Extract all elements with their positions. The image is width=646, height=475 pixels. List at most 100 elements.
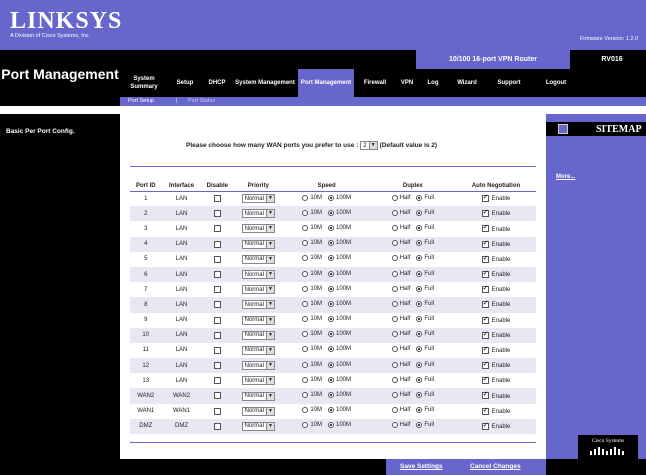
auto-negotiation-checkbox[interactable]	[481, 269, 489, 278]
priority-select[interactable]: Normal ▼	[241, 224, 275, 234]
tab-firewall[interactable]: Firewall	[354, 69, 396, 97]
duplex-radio[interactable]	[416, 346, 423, 353]
duplex-radio[interactable]	[416, 255, 423, 262]
speed-radio[interactable]	[327, 240, 334, 247]
auto-negotiation-checkbox[interactable]	[481, 254, 489, 263]
speed-radio[interactable]	[302, 224, 309, 231]
priority-select[interactable]: Normal ▼	[241, 194, 275, 204]
duplex-radio[interactable]	[391, 194, 398, 201]
duplex-radio[interactable]	[391, 240, 398, 247]
speed-radio[interactable]	[327, 392, 334, 399]
priority-select[interactable]: Normal ▼	[241, 254, 275, 264]
speed-radio[interactable]	[302, 285, 309, 292]
speed-radio[interactable]	[327, 285, 334, 292]
speed-radio[interactable]	[327, 376, 334, 383]
save-settings-button[interactable]: Save Settings	[400, 463, 443, 470]
priority-select[interactable]: Normal ▼	[241, 376, 275, 386]
priority-select[interactable]: Normal ▼	[241, 361, 275, 371]
priority-select[interactable]: Normal ▼	[241, 330, 275, 340]
auto-negotiation-checkbox[interactable]	[481, 239, 489, 248]
speed-radio[interactable]	[327, 300, 334, 307]
speed-radio[interactable]	[302, 346, 309, 353]
duplex-radio[interactable]	[416, 270, 423, 277]
disable-checkbox[interactable]	[213, 225, 221, 233]
auto-negotiation-checkbox[interactable]	[481, 330, 489, 339]
priority-select[interactable]: Normal ▼	[241, 406, 275, 416]
cancel-changes-button[interactable]: Cancel Changes	[470, 463, 521, 470]
duplex-radio[interactable]	[416, 224, 423, 231]
tab-system-summary[interactable]: System Summary	[120, 69, 168, 97]
auto-negotiation-checkbox[interactable]	[481, 345, 489, 354]
speed-radio[interactable]	[327, 331, 334, 338]
speed-radio[interactable]	[302, 209, 309, 216]
priority-select[interactable]: Normal ▼	[241, 315, 275, 325]
tab-log[interactable]: Log	[418, 69, 448, 97]
duplex-radio[interactable]	[391, 255, 398, 262]
speed-radio[interactable]	[327, 209, 334, 216]
duplex-radio[interactable]	[416, 316, 423, 323]
duplex-radio[interactable]	[391, 285, 398, 292]
priority-select[interactable]: Normal ▼	[241, 300, 275, 310]
duplex-radio[interactable]	[416, 331, 423, 338]
disable-checkbox[interactable]	[213, 331, 221, 339]
tab-wizard[interactable]: Wizard	[448, 69, 486, 97]
speed-radio[interactable]	[327, 422, 334, 429]
speed-radio[interactable]	[327, 270, 334, 277]
duplex-radio[interactable]	[416, 209, 423, 216]
speed-radio[interactable]	[327, 361, 334, 368]
duplex-radio[interactable]	[391, 346, 398, 353]
speed-radio[interactable]	[302, 361, 309, 368]
subtab-port-status[interactable]: Port Status	[188, 97, 215, 106]
disable-checkbox[interactable]	[213, 362, 221, 370]
auto-negotiation-checkbox[interactable]	[481, 421, 489, 430]
priority-select[interactable]: Normal ▼	[241, 239, 275, 249]
speed-radio[interactable]	[302, 240, 309, 247]
duplex-radio[interactable]	[391, 209, 398, 216]
auto-negotiation-checkbox[interactable]	[481, 223, 489, 233]
disable-checkbox[interactable]	[213, 346, 221, 354]
speed-radio[interactable]	[302, 376, 309, 383]
speed-radio[interactable]	[302, 422, 309, 429]
duplex-radio[interactable]	[391, 224, 398, 231]
speed-radio[interactable]	[302, 316, 309, 323]
duplex-radio[interactable]	[391, 392, 398, 399]
speed-radio[interactable]	[327, 194, 334, 201]
speed-radio[interactable]	[302, 300, 309, 307]
tab-logout[interactable]: Logout	[532, 69, 580, 97]
disable-checkbox[interactable]	[213, 195, 221, 203]
duplex-radio[interactable]	[391, 422, 398, 429]
speed-radio[interactable]	[327, 224, 334, 231]
wan-count-select[interactable]: 2 ▼	[360, 141, 378, 150]
duplex-radio[interactable]	[416, 300, 423, 307]
priority-select[interactable]: Normal ▼	[241, 421, 275, 431]
priority-select[interactable]: Normal ▼	[241, 270, 275, 280]
disable-checkbox[interactable]	[213, 210, 221, 218]
auto-negotiation-checkbox[interactable]	[481, 315, 489, 324]
speed-radio[interactable]	[302, 194, 309, 201]
disable-checkbox[interactable]	[213, 255, 221, 263]
duplex-radio[interactable]	[391, 270, 398, 277]
duplex-radio[interactable]	[416, 392, 423, 399]
duplex-radio[interactable]	[391, 407, 398, 414]
disable-checkbox[interactable]	[213, 407, 221, 415]
duplex-radio[interactable]	[391, 361, 398, 368]
duplex-radio[interactable]	[416, 407, 423, 414]
tab-dhcp[interactable]: DHCP	[202, 69, 232, 97]
disable-checkbox[interactable]	[213, 301, 221, 309]
auto-negotiation-checkbox[interactable]	[481, 208, 489, 218]
duplex-radio[interactable]	[416, 240, 423, 247]
duplex-radio[interactable]	[391, 300, 398, 307]
tab-system-management[interactable]: System Management	[232, 69, 298, 97]
priority-select[interactable]: Normal ▼	[241, 209, 275, 219]
auto-negotiation-checkbox[interactable]	[481, 193, 489, 203]
speed-radio[interactable]	[302, 392, 309, 399]
auto-negotiation-checkbox[interactable]	[481, 284, 489, 294]
duplex-radio[interactable]	[416, 422, 423, 429]
duplex-radio[interactable]	[416, 194, 423, 201]
auto-negotiation-checkbox[interactable]	[481, 390, 489, 400]
speed-radio[interactable]	[302, 331, 309, 338]
disable-checkbox[interactable]	[213, 392, 221, 400]
duplex-radio[interactable]	[391, 316, 398, 323]
auto-negotiation-checkbox[interactable]	[481, 360, 489, 370]
speed-radio[interactable]	[327, 255, 334, 262]
